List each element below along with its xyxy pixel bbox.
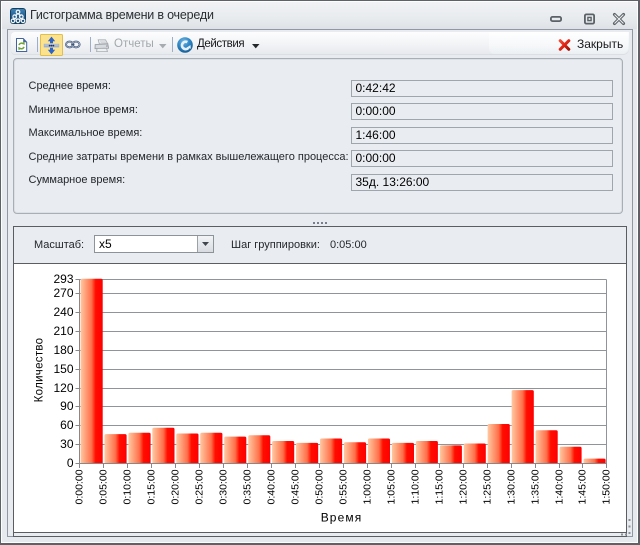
svg-text:1:30:00: 1:30:00: [506, 469, 518, 504]
svg-text:30: 30: [60, 437, 74, 451]
svg-text:0:20:00: 0:20:00: [170, 469, 182, 504]
svg-text:0:55:00: 0:55:00: [338, 469, 350, 504]
svg-text:90: 90: [60, 399, 74, 413]
svg-text:270: 270: [53, 286, 73, 300]
svg-text:0:10:00: 0:10:00: [122, 469, 134, 504]
svg-text:0:40:00: 0:40:00: [266, 469, 278, 504]
svg-text:210: 210: [53, 324, 73, 338]
svg-text:1:20:00: 1:20:00: [458, 469, 470, 504]
svg-text:1:50:00: 1:50:00: [601, 469, 613, 504]
svg-text:Количество: Количество: [34, 338, 46, 403]
svg-text:0:30:00: 0:30:00: [218, 469, 230, 504]
svg-text:1:40:00: 1:40:00: [554, 469, 566, 504]
svg-text:1:05:00: 1:05:00: [386, 469, 398, 504]
svg-text:150: 150: [53, 362, 73, 376]
svg-text:1:45:00: 1:45:00: [577, 469, 589, 504]
svg-text:0:50:00: 0:50:00: [314, 469, 326, 504]
svg-text:1:10:00: 1:10:00: [410, 469, 422, 504]
svg-text:240: 240: [53, 305, 73, 319]
svg-text:120: 120: [53, 381, 73, 395]
svg-text:60: 60: [60, 418, 74, 432]
svg-text:0:45:00: 0:45:00: [290, 469, 302, 504]
svg-text:1:25:00: 1:25:00: [482, 469, 494, 504]
svg-text:0:00:00: 0:00:00: [74, 469, 86, 504]
svg-text:0:05:00: 0:05:00: [98, 469, 110, 504]
svg-text:180: 180: [53, 343, 73, 357]
svg-text:293: 293: [53, 272, 73, 286]
svg-text:0: 0: [67, 456, 74, 470]
svg-text:Время: Время: [321, 511, 363, 525]
svg-text:1:15:00: 1:15:00: [434, 469, 446, 504]
svg-text:0:35:00: 0:35:00: [242, 469, 254, 504]
svg-text:1:35:00: 1:35:00: [530, 469, 542, 504]
svg-text:1:00:00: 1:00:00: [362, 469, 374, 504]
svg-text:0:15:00: 0:15:00: [146, 469, 158, 504]
svg-text:0:25:00: 0:25:00: [194, 469, 206, 504]
